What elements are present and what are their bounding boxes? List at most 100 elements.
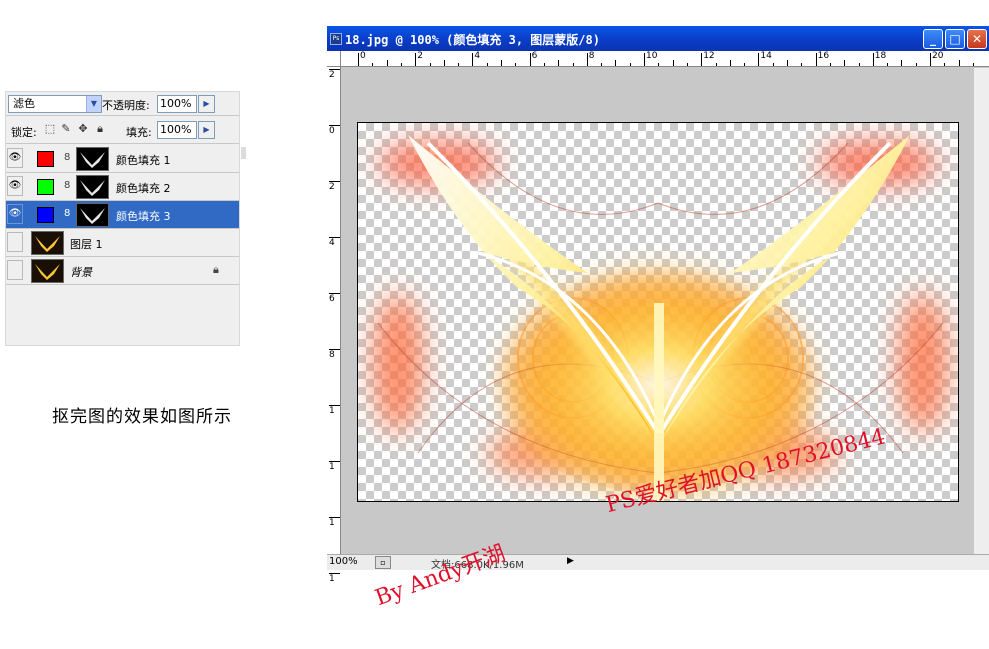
- vertical-scrollbar[interactable]: [974, 68, 989, 554]
- ruler-tick: [329, 517, 340, 518]
- ruler-minor-tick: [672, 60, 674, 66]
- layer-name[interactable]: 颜色填充 1: [116, 152, 171, 168]
- ruler-minor-tick: [972, 63, 974, 66]
- blend-mode-select[interactable]: 滤色 ▼: [8, 95, 102, 113]
- ruler-tick: [529, 53, 531, 66]
- ruler-minor-tick: [429, 63, 431, 66]
- move-lock-icon[interactable]: ✥: [77, 123, 89, 135]
- ruler-minor-tick: [686, 63, 688, 66]
- ruler-tick-label: 0: [329, 126, 335, 136]
- layer-row[interactable]: 👁︎ 8 颜色填充 1: [6, 145, 239, 173]
- ruler-tick-label: 16: [817, 51, 830, 61]
- vertical-ruler[interactable]: 2 0 2 4 6 8 1 1 1 1: [327, 67, 341, 584]
- ruler-minor-tick: [372, 63, 374, 66]
- ruler-minor-tick: [501, 60, 502, 66]
- layer-mask-thumbnail[interactable]: [76, 203, 109, 227]
- ruler-minor-tick: [558, 60, 560, 66]
- layer-mask-thumbnail[interactable]: [76, 147, 109, 171]
- ruler-tick-label: 6: [531, 51, 538, 61]
- ruler-minor-tick: [572, 63, 574, 66]
- layer-thumbnail[interactable]: [31, 231, 64, 255]
- ruler-tick-label: 14: [760, 51, 772, 61]
- opacity-input[interactable]: 100%: [157, 95, 197, 113]
- ruler-minor-tick: [715, 63, 717, 66]
- lock-fill-row: 锁定: ⬚ ✎ ✥ 🔒︎ 填充: 100% ▶: [6, 117, 239, 144]
- ruler-tick-label: 8: [329, 350, 335, 360]
- layer-row-selected[interactable]: 👁︎ 8 颜色填充 3: [6, 201, 239, 229]
- ruler-tick: [329, 181, 340, 182]
- ruler-tick: [415, 53, 417, 66]
- chain-link-icon[interactable]: 8: [64, 152, 70, 163]
- layer-row[interactable]: 图层 1: [6, 229, 239, 257]
- chain-link-icon[interactable]: 8: [64, 180, 70, 191]
- ruler-minor-tick: [658, 63, 660, 66]
- ruler-minor-tick: [844, 60, 846, 66]
- padlock-icon[interactable]: 🔒︎: [94, 123, 106, 135]
- blend-opacity-row: 滤色 ▼ 不透明度: 100% ▶: [6, 92, 239, 116]
- fill-label: 填充:: [126, 126, 152, 139]
- ruler-tick: [586, 53, 588, 66]
- fill-color-swatch[interactable]: [37, 207, 54, 223]
- ruler-minor-tick: [629, 63, 631, 66]
- layer-name[interactable]: 图层 1: [70, 236, 103, 252]
- eye-icon[interactable]: 👁︎: [7, 148, 23, 168]
- layer-name[interactable]: 背景: [70, 264, 92, 280]
- ruler-tick: [329, 293, 340, 294]
- ruler-tick-label: 8: [588, 51, 595, 61]
- layers-panel: 滤色 ▼ 不透明度: 100% ▶ 锁定: ⬚ ✎ ✥ 🔒︎ 填充: 100% …: [5, 91, 246, 346]
- fill-slider-arrow-icon[interactable]: ▶: [198, 121, 215, 139]
- close-button[interactable]: ✕: [967, 29, 987, 49]
- ruler-minor-tick: [829, 63, 831, 66]
- ruler-minor-tick: [386, 60, 388, 66]
- layer-row[interactable]: 👁︎ 8 颜色填充 2: [6, 173, 239, 201]
- ruler-minor-tick: [958, 60, 960, 66]
- fill-color-swatch[interactable]: [37, 179, 54, 195]
- layer-name[interactable]: 颜色填充 2: [116, 180, 171, 196]
- eye-toggle-empty[interactable]: [7, 260, 23, 280]
- minimize-button[interactable]: _: [923, 29, 943, 49]
- horizontal-ruler[interactable]: 0 2 4 6 8 10 12 14 16 18 20: [341, 51, 989, 67]
- ruler-minor-tick: [787, 60, 788, 66]
- title-bar[interactable]: Ps 18.jpg @ 100% (颜色填充 3, 图层蒙版/8) _ □ ✕: [327, 26, 989, 51]
- ruler-tick: [358, 53, 359, 66]
- maximize-button[interactable]: □: [945, 29, 965, 49]
- layer-name[interactable]: 颜色填充 3: [116, 208, 171, 224]
- eye-icon[interactable]: 👁︎: [7, 176, 23, 196]
- ruler-tick: [644, 53, 645, 66]
- ruler-minor-tick: [515, 63, 517, 66]
- transparent-lock-icon[interactable]: ⬚: [44, 123, 56, 135]
- layer-thumbnail[interactable]: [31, 259, 64, 283]
- eye-toggle-empty[interactable]: [7, 232, 23, 252]
- panel-scrollbar[interactable]: [241, 147, 246, 159]
- ruler-minor-tick: [901, 60, 903, 66]
- ruler-tick-label: 1: [329, 462, 335, 472]
- ruler-tick: [329, 125, 340, 126]
- ruler-tick: [472, 53, 474, 66]
- ruler-tick-label: 1: [329, 406, 335, 416]
- ruler-minor-tick: [858, 63, 860, 66]
- chain-link-icon[interactable]: 8: [64, 208, 70, 219]
- ruler-minor-tick: [772, 63, 774, 66]
- fill-input[interactable]: 100%: [157, 121, 197, 139]
- fill-color-swatch[interactable]: [37, 151, 54, 167]
- layer-row[interactable]: 背景 🔒︎: [6, 257, 239, 285]
- opacity-label: 不透明度:: [102, 99, 150, 112]
- ruler-minor-tick: [729, 60, 731, 66]
- ruler-tick: [930, 53, 931, 66]
- zoom-field[interactable]: 100%: [329, 556, 358, 567]
- ruler-minor-tick: [443, 60, 445, 66]
- status-menu-icon[interactable]: ▫: [375, 556, 391, 569]
- brush-lock-icon[interactable]: ✎: [60, 123, 72, 135]
- ruler-tick-label: 2: [329, 182, 335, 192]
- play-arrow-icon[interactable]: ▶: [567, 556, 574, 566]
- window-title: 18.jpg @ 100% (颜色填充 3, 图层蒙版/8): [345, 33, 600, 47]
- eye-icon[interactable]: 👁︎: [7, 204, 23, 224]
- ruler-tick-label: 4: [329, 238, 335, 248]
- chevron-down-icon[interactable]: ▼: [86, 96, 101, 112]
- layer-mask-thumbnail[interactable]: [76, 175, 109, 199]
- ruler-tick: [329, 405, 340, 406]
- ruler-minor-tick: [601, 63, 603, 66]
- ruler-corner[interactable]: [327, 51, 341, 67]
- ruler-minor-tick: [744, 63, 746, 66]
- opacity-slider-arrow-icon[interactable]: ▶: [198, 95, 215, 113]
